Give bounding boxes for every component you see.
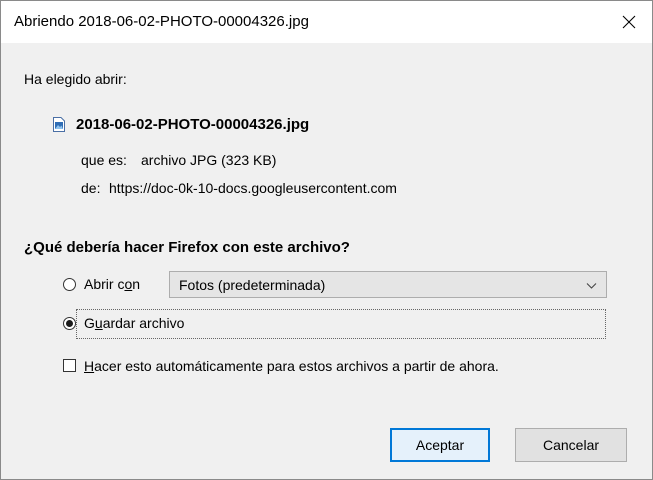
- file-source-value: https://doc-0k-10-docs.googleusercontent…: [109, 180, 397, 196]
- file-type-value: archivo JPG (323 KB): [141, 152, 277, 168]
- title-bar[interactable]: Abriendo 2018-06-02-PHOTO-00004326.jpg: [1, 1, 652, 43]
- cancel-button[interactable]: Cancelar: [515, 428, 627, 462]
- open-with-radio[interactable]: [63, 278, 76, 291]
- auto-action-label[interactable]: Hacer esto automáticamente para estos ar…: [84, 358, 499, 374]
- file-source-label: de:: [81, 180, 101, 196]
- file-name: 2018-06-02-PHOTO-00004326.jpg: [76, 116, 310, 133]
- accept-button[interactable]: Aceptar: [390, 428, 490, 462]
- application-select-value: Fotos (predeterminada): [179, 277, 326, 293]
- auto-action-checkbox[interactable]: [63, 359, 76, 372]
- window-title: Abriendo 2018-06-02-PHOTO-00004326.jpg: [14, 13, 309, 30]
- open-with-label[interactable]: Abrir con: [84, 276, 140, 292]
- file-type-label: que es:: [81, 152, 127, 168]
- chevron-down-icon: [586, 283, 597, 289]
- image-file-icon: [53, 117, 65, 132]
- action-question: ¿Qué debería hacer Firefox con este arch…: [24, 239, 350, 256]
- save-file-label[interactable]: Guardar archivo: [84, 315, 184, 331]
- download-dialog: Abriendo 2018-06-02-PHOTO-00004326.jpg H…: [0, 0, 653, 480]
- application-select[interactable]: Fotos (predeterminada): [169, 271, 607, 298]
- intro-label: Ha elegido abrir:: [24, 71, 127, 87]
- save-file-radio[interactable]: [63, 317, 76, 330]
- close-icon: [622, 15, 636, 29]
- close-button[interactable]: [606, 1, 652, 43]
